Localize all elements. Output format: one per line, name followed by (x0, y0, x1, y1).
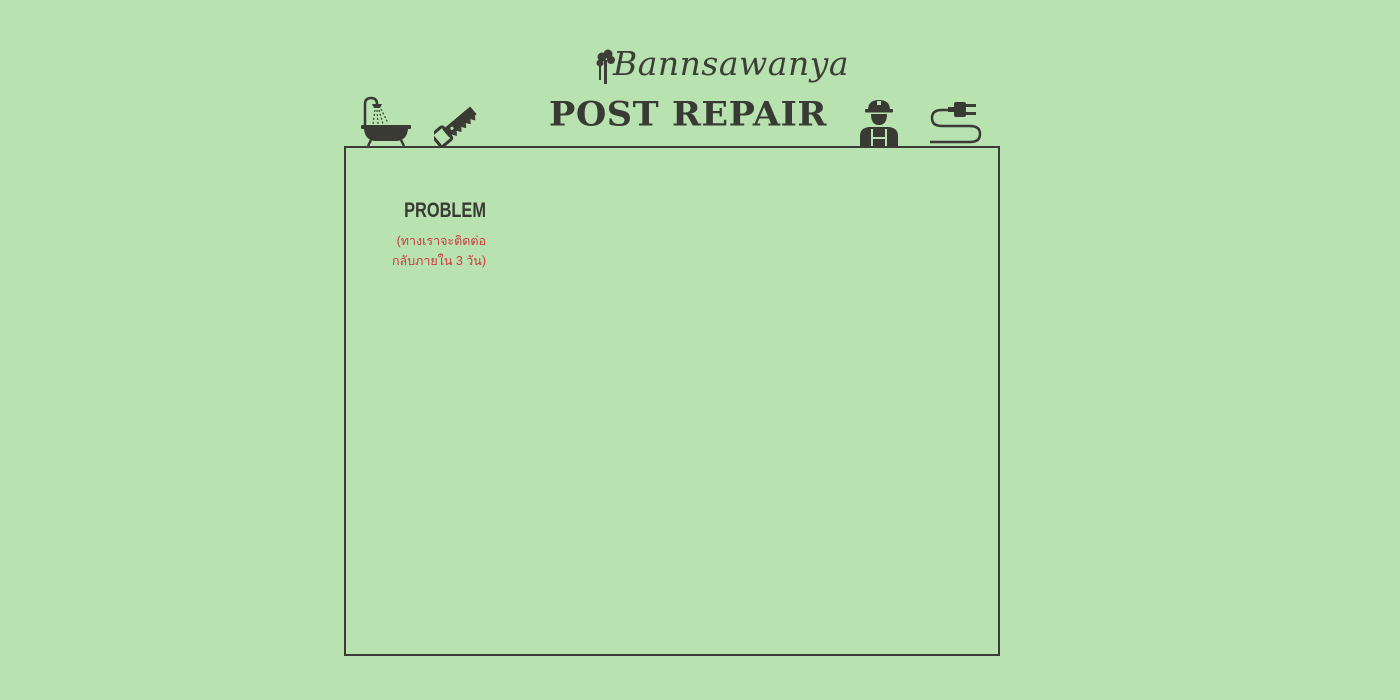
problem-label: PROBLEM (404, 199, 486, 222)
plug-icon (928, 96, 984, 150)
bathtub-icon (359, 96, 413, 148)
page-title: POST REPAIR (549, 94, 827, 135)
problem-hint: (ทางเราจะติดต่อ กลับภายใน 3 วัน) (360, 231, 486, 271)
problem-hint-line-1: (ทางเราจะติดต่อ (396, 234, 486, 248)
problem-hint-line-2: กลับภายใน 3 วัน) (391, 254, 486, 268)
saw-icon (434, 96, 488, 148)
worker-icon (854, 96, 904, 150)
brand-name: Bannsawanya (613, 44, 850, 83)
